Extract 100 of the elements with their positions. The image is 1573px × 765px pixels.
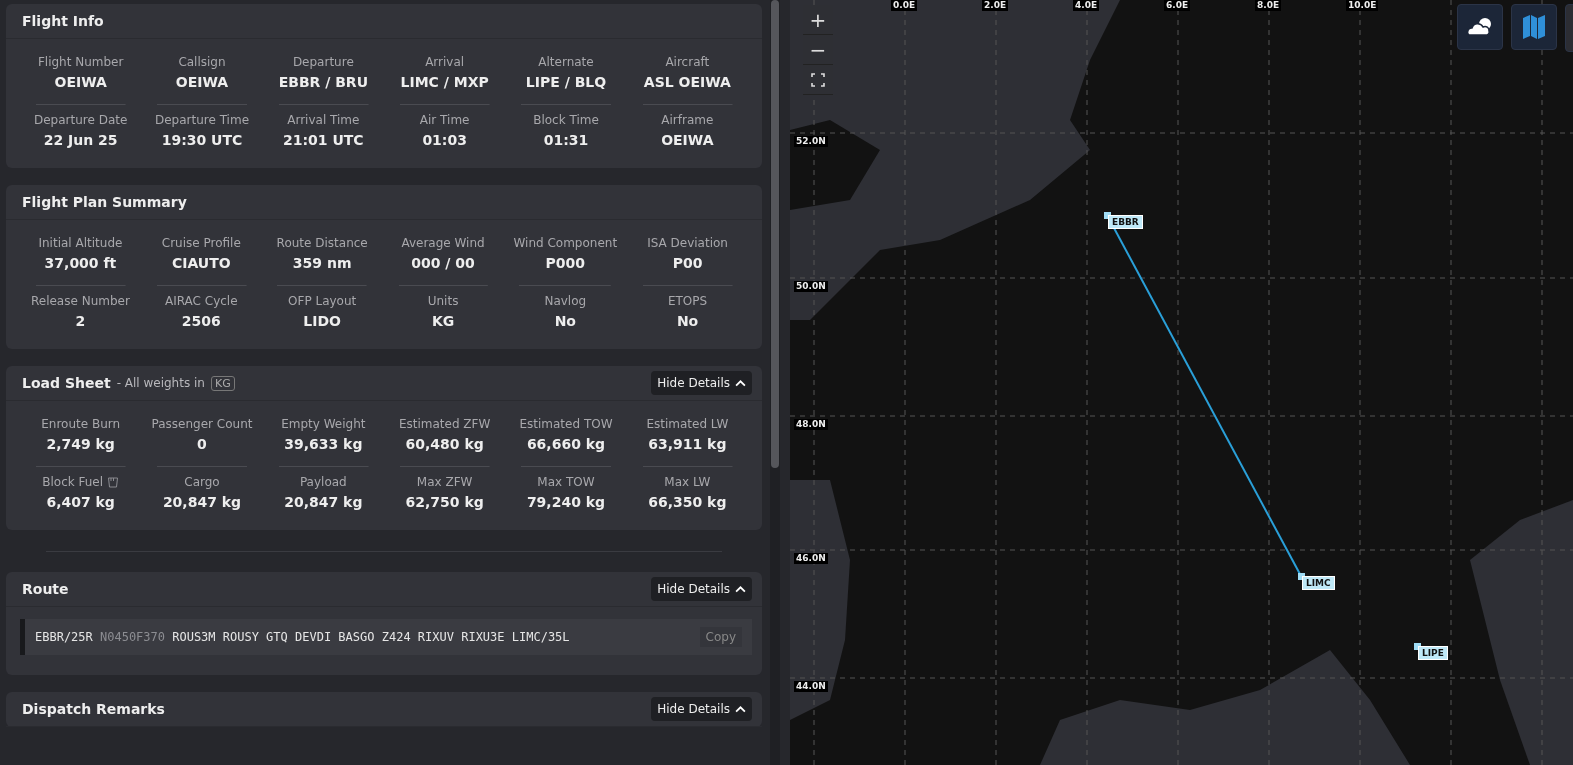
field-label: Wind Component	[513, 236, 618, 250]
scrollbar-thumb[interactable]	[771, 0, 779, 468]
field-label: ISA Deviation	[647, 236, 728, 250]
field-label: Average Wind	[401, 236, 485, 250]
field-value: 60,480 kg	[405, 436, 484, 452]
field-value: LIDO	[303, 313, 341, 329]
field-label: Departure	[292, 55, 354, 69]
field-label: Release Number	[30, 294, 130, 308]
field-label: Max TOW	[537, 475, 595, 489]
field-value: 0	[197, 436, 207, 452]
section-title: Route	[22, 581, 69, 597]
field-value: CIAUTO	[171, 255, 231, 271]
field-label: Arrival	[425, 55, 465, 69]
field-label: Callsign	[178, 55, 226, 69]
field-value: 20,847 kg	[162, 494, 242, 510]
hide-details-button[interactable]: Hide Details	[651, 697, 752, 721]
field-value: No	[676, 313, 699, 329]
field-value: 22 Jun 25	[43, 132, 118, 148]
field-value: 39,633 kg	[284, 436, 363, 452]
field-label: Enroute Burn	[41, 417, 121, 431]
field-value: 19:30 UTC	[161, 132, 243, 148]
field-label: Max LW	[664, 475, 711, 489]
section-title: Load Sheet	[22, 375, 111, 391]
field-value: 62,750 kg	[405, 494, 484, 510]
field-value: OEIWA	[661, 132, 714, 148]
longitude-label: 10.0E	[1346, 0, 1379, 11]
field-value: LIMC / MXP	[400, 74, 489, 90]
latitude-label: 50.0N	[794, 281, 828, 292]
field-value: 63,911 kg	[648, 436, 727, 452]
field-value: 2506	[181, 313, 221, 329]
field-value: 2,749 kg	[46, 436, 115, 452]
field-label: Aircraft	[665, 55, 710, 69]
section-title: Flight Info	[22, 13, 104, 29]
map-layer-button[interactable]	[1511, 4, 1557, 50]
field-value: ASL OEIWA	[643, 74, 731, 90]
field-value: KG	[431, 313, 455, 329]
field-value: 66,350 kg	[648, 494, 727, 510]
field-label: Block Fuel	[42, 475, 104, 489]
field-label: Navlog	[544, 294, 587, 308]
weather-button[interactable]	[1457, 4, 1503, 50]
field-label: Passenger Count	[151, 417, 253, 431]
fullscreen-icon	[811, 72, 825, 87]
field-value: OEIWA	[175, 74, 229, 90]
field-value: 20,847 kg	[284, 494, 363, 510]
field-value: 01:31	[543, 132, 589, 148]
field-label: Flight Number	[37, 55, 124, 69]
section-subtitle: - All weights in	[116, 376, 205, 390]
field-label: Max ZFW	[416, 475, 473, 489]
airport-label[interactable]: LIMC	[1302, 576, 1335, 590]
longitude-label: 8.0E	[1255, 0, 1282, 11]
route-string: EBBR/25R N0450F370 ROUS3M ROUSY GTQ DEVDI BASGO Z424 RIXUV RIXU3E LIMC/35L	[35, 630, 571, 644]
map-icon	[1522, 14, 1546, 40]
field-value: OEIWA	[54, 74, 107, 90]
field-label: Estimated ZFW	[398, 417, 491, 431]
section-title: Flight Plan Summary	[22, 194, 187, 210]
field-value: No	[554, 313, 576, 329]
field-label: Departure Date	[33, 113, 128, 127]
field-value: EBBR / BRU	[278, 74, 368, 90]
longitude-label: 2.0E	[982, 0, 1009, 11]
field-label: Departure Time	[154, 113, 250, 127]
field-value: P00	[672, 255, 703, 271]
longitude-label: 6.0E	[1164, 0, 1191, 11]
field-value: 66,660 kg	[526, 436, 606, 452]
longitude-label: 4.0E	[1073, 0, 1100, 11]
copy-button[interactable]: Copy	[699, 627, 742, 647]
section-title: Dispatch Remarks	[22, 701, 165, 717]
latitude-label: 52.0N	[794, 136, 828, 147]
field-value: 359 nm	[292, 255, 352, 271]
field-label: Units	[427, 294, 459, 308]
field-value: 37,000 ft	[44, 255, 117, 271]
latitude-label: 44.0N	[794, 681, 828, 692]
field-label: Initial Altitude	[38, 236, 123, 250]
field-value: 79,240 kg	[526, 494, 606, 510]
airport-label[interactable]: EBBR	[1108, 215, 1143, 229]
unit-badge: KG	[210, 375, 235, 391]
field-label: Estimated LW	[646, 417, 729, 431]
field-label: Empty Weight	[281, 417, 366, 431]
latitude-label: 48.0N	[794, 419, 828, 430]
field-label: Payload	[299, 475, 347, 489]
field-value: 21:01 UTC	[283, 132, 364, 148]
field-label: Airframe	[661, 113, 714, 127]
field-label: Arrival Time	[287, 113, 360, 127]
airport-label[interactable]: LIPE	[1418, 646, 1448, 660]
zoom-out-button[interactable]: −	[803, 35, 833, 65]
field-label: Block Time	[533, 113, 599, 127]
chevron-icon	[735, 705, 746, 713]
chevron-icon	[735, 379, 746, 387]
field-value: 6,407 kg	[46, 494, 115, 510]
field-value: 000 / 00	[411, 255, 475, 271]
chevron-icon	[735, 585, 746, 593]
field-label: AIRAC Cycle	[165, 294, 238, 308]
hide-details-button[interactable]: Hide Details	[651, 577, 752, 601]
field-value: P000	[545, 255, 586, 271]
zoom-in-button[interactable]: +	[803, 5, 833, 35]
field-label: OFP Layout	[288, 294, 357, 308]
field-label: Route Distance	[276, 236, 368, 250]
hide-details-button[interactable]: Hide Details	[651, 371, 752, 395]
field-label: Alternate	[538, 55, 594, 69]
field-label: Estimated TOW	[519, 417, 613, 431]
field-label: ETOPS	[667, 294, 708, 308]
